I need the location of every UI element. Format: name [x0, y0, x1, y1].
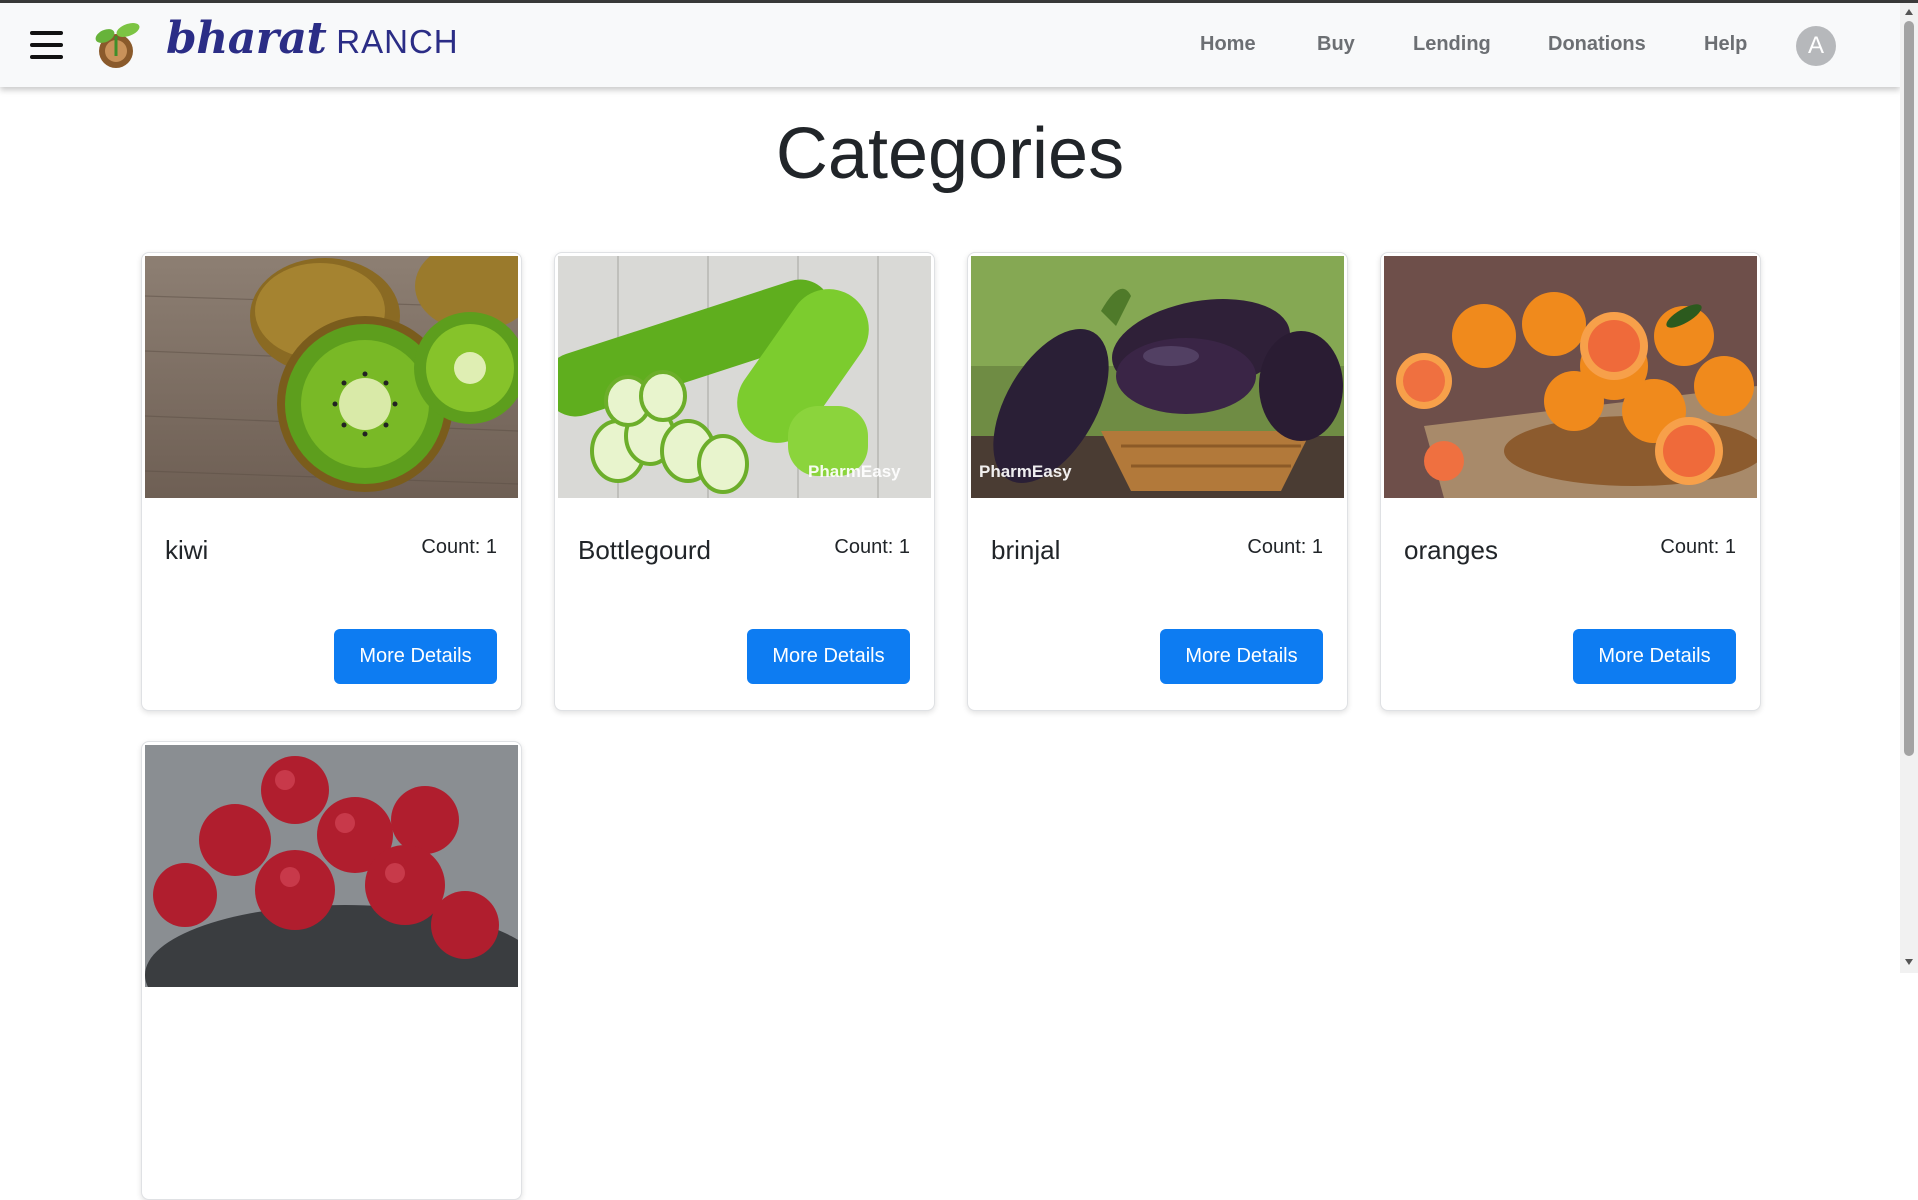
category-count: Count: 1	[1660, 536, 1736, 558]
category-name: kiwi	[165, 535, 209, 565]
nav-lending-link[interactable]: Lending	[1413, 33, 1491, 56]
category-count: Count: 1	[421, 536, 497, 558]
more-details-button[interactable]: More Details	[747, 629, 910, 684]
brand-logo[interactable]: bharat RANCH	[166, 13, 459, 73]
bottlegourd-image: PharmEasy	[558, 256, 931, 498]
more-details-button[interactable]: More Details	[1160, 629, 1323, 684]
page-title: Categories	[775, 114, 1125, 194]
category-card-oranges: oranges Count: 1 More Details	[1380, 252, 1761, 711]
category-name: brinjal	[991, 535, 1061, 565]
nav-home-link[interactable]: Home	[1200, 33, 1256, 56]
oranges-image	[1384, 256, 1757, 498]
pharmeasy-watermark: PharmEasy	[979, 462, 1072, 481]
more-details-button[interactable]: More Details	[1573, 629, 1736, 684]
pharmeasy-watermark: PharmEasy	[808, 462, 901, 481]
category-card-bottlegourd: PharmEasy Bottlegourd Count: 1 More Deta…	[554, 252, 935, 711]
scrollbar-thumb[interactable]	[1904, 21, 1914, 756]
nav-help-link[interactable]: Help	[1704, 33, 1747, 56]
nav-buy-link[interactable]: Buy	[1317, 33, 1355, 56]
top-navbar: bharat RANCH Home Buy Lending Donations …	[0, 3, 1900, 87]
user-avatar[interactable]: A	[1796, 26, 1836, 66]
brand-suffix: RANCH	[336, 23, 459, 60]
apples-image	[145, 745, 518, 987]
scroll-down-arrow-icon[interactable]	[1905, 959, 1913, 965]
category-name: Bottlegourd	[578, 535, 711, 565]
page-scrollbar[interactable]	[1900, 3, 1918, 973]
nav-donations-link[interactable]: Donations	[1548, 33, 1646, 56]
category-count: Count: 1	[834, 536, 910, 558]
seedling-logo-icon[interactable]	[92, 20, 144, 72]
category-name: oranges	[1404, 535, 1498, 565]
more-details-button[interactable]: More Details	[334, 629, 497, 684]
category-card-kiwi: kiwi Count: 1 More Details	[141, 252, 522, 711]
brand-name: bharat	[166, 13, 327, 64]
kiwi-image	[145, 256, 518, 498]
category-card-apples	[141, 741, 522, 1200]
brinjal-image: PharmEasy	[971, 256, 1344, 498]
category-card-brinjal: PharmEasy brinjal Count: 1 More Details	[967, 252, 1348, 711]
category-count: Count: 1	[1247, 536, 1323, 558]
scroll-up-arrow-icon[interactable]	[1905, 9, 1913, 15]
hamburger-menu-icon[interactable]	[30, 31, 63, 60]
